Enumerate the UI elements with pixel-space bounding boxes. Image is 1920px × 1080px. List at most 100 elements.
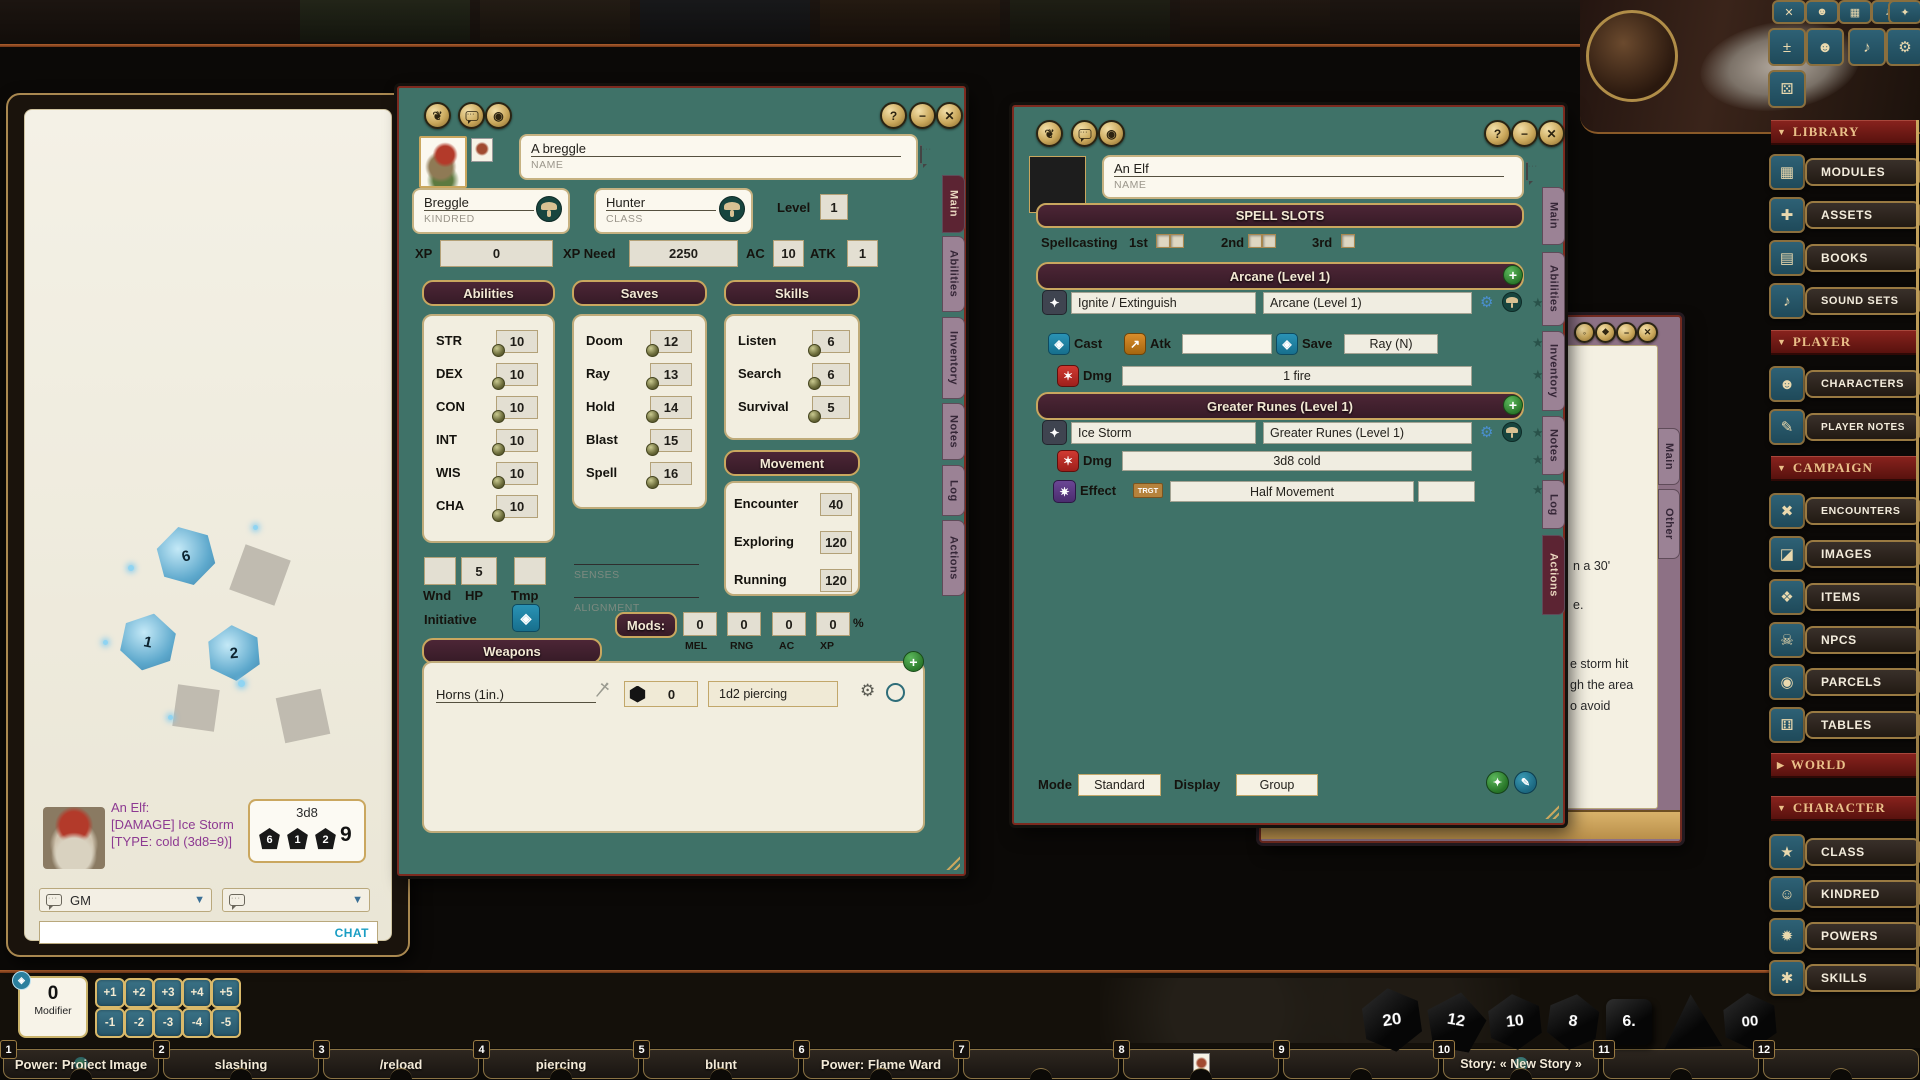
display-selector[interactable]: Group [1236, 774, 1318, 796]
sheet-token-icon[interactable]: ◉ [485, 102, 512, 129]
name-field[interactable]: An Elf NAME [1102, 155, 1524, 199]
power-group-dropdown[interactable]: Greater Runes (Level 1) [1263, 422, 1472, 444]
share-icon[interactable]: ❖ [1595, 322, 1616, 343]
spell-slot-checkbox[interactable] [1170, 234, 1184, 248]
weapon-damage-box[interactable]: 1d2 piercing [708, 681, 838, 707]
sheet-chat-icon[interactable]: ··· [1071, 120, 1098, 147]
hotbar-slot-8[interactable] [1123, 1049, 1279, 1079]
mod-ac[interactable]: 0 [772, 612, 806, 636]
party-icon[interactable]: ☻ [1805, 0, 1839, 24]
tab-notes[interactable]: Notes [1542, 416, 1565, 475]
name-chat-bubble-icon[interactable]: ··· [1526, 163, 1528, 181]
hotbar-slot-12[interactable] [1763, 1049, 1919, 1079]
sidebar-item-player-notes[interactable]: PLAYER NOTES [1805, 413, 1920, 441]
spell-save[interactable]: 16 [650, 462, 692, 485]
class-link-icon[interactable] [719, 196, 745, 222]
tab-abilities[interactable]: Abilities [942, 236, 965, 312]
modifier-plus-1[interactable]: +1 [95, 978, 125, 1008]
items-icon[interactable]: ❖ [1769, 579, 1805, 615]
con-score[interactable]: 10 [496, 396, 538, 419]
kindred-icon[interactable]: ☺ [1769, 876, 1805, 912]
edit-button[interactable]: ✎ [1514, 771, 1537, 794]
speaker-dropdown[interactable]: ··· GM ▼ [39, 888, 212, 912]
lock-icon[interactable]: ◦ [1574, 322, 1595, 343]
sidebar-item-items[interactable]: ITEMS [1805, 583, 1920, 611]
identity-dropdown[interactable]: ··· ▼ [222, 888, 370, 912]
sound-icon[interactable]: ♪ [1848, 28, 1886, 66]
sidebar-item-kindred[interactable]: KINDRED [1805, 880, 1920, 908]
int-score[interactable]: 10 [496, 429, 538, 452]
save-die-icon[interactable]: ◈ [1276, 333, 1298, 355]
wounds-value[interactable] [424, 557, 456, 585]
chat-input[interactable]: CHAT [39, 921, 378, 944]
sidebar-section-character[interactable]: ▼ CHARACTER [1771, 796, 1917, 821]
story-tab-other[interactable]: Other [1658, 489, 1680, 559]
hotbar-slot-11[interactable] [1603, 1049, 1759, 1079]
modifier-minus-3[interactable]: -3 [153, 1008, 183, 1038]
power-name-field[interactable]: Ice Storm [1071, 422, 1256, 444]
dex-score[interactable]: 10 [496, 363, 538, 386]
power-use-icon[interactable]: ✦ [1042, 290, 1067, 315]
modifier-plus-5[interactable]: +5 [211, 978, 241, 1008]
tab-main[interactable]: Main [942, 175, 965, 233]
close-button[interactable]: ✕ [1637, 322, 1658, 343]
sidebar-item-npcs[interactable]: NPCS [1805, 626, 1920, 654]
power-gear-icon[interactable]: ⚙ [1480, 293, 1493, 311]
options-gear-icon[interactable]: ⚙ [1886, 28, 1920, 66]
sidebar-item-modules[interactable]: MODULES [1805, 158, 1920, 186]
ray-save[interactable]: 13 [650, 363, 692, 386]
dmg-value-field[interactable]: 1 fire [1122, 366, 1472, 386]
sheet-chat-icon[interactable]: ··· [458, 102, 485, 129]
dmg-icon[interactable]: ✶ [1057, 365, 1079, 387]
tab-actions[interactable]: Actions [942, 520, 965, 596]
effect-value-field[interactable]: Half Movement [1170, 481, 1414, 502]
tab-abilities[interactable]: Abilities [1542, 252, 1565, 326]
help-button[interactable]: ? [1484, 120, 1511, 147]
tab-log[interactable]: Log [942, 465, 965, 516]
calendar-icon[interactable]: ▦ [1838, 0, 1872, 24]
sidebar-scrollbar[interactable] [1916, 120, 1919, 990]
powers-icon[interactable]: ✹ [1769, 918, 1805, 954]
running-move[interactable]: 120 [820, 569, 852, 592]
token[interactable] [471, 138, 493, 162]
sidebar-section-player[interactable]: ▼ PLAYER [1771, 330, 1917, 355]
character-selection-icon[interactable]: ☻ [1806, 28, 1844, 66]
add-weapon-button[interactable]: + [903, 651, 924, 672]
atk-value-field[interactable] [1182, 334, 1272, 354]
minimize-button[interactable]: − [1616, 322, 1637, 343]
assets-icon[interactable]: ✚ [1769, 197, 1805, 233]
modifier-plus-4[interactable]: +4 [182, 978, 212, 1008]
sound-sets-icon[interactable]: ♪ [1769, 283, 1805, 319]
sidebar-item-tables[interactable]: TABLES [1805, 711, 1920, 739]
save-value-field[interactable]: Ray (N) [1344, 334, 1438, 354]
sidebar-item-class[interactable]: CLASS [1805, 838, 1920, 866]
mode-selector[interactable]: Standard [1078, 774, 1161, 796]
hp-value[interactable]: 5 [461, 557, 497, 585]
sheet-crest-icon[interactable]: ❦ [1036, 120, 1063, 147]
modifier-minus-5[interactable]: -5 [211, 1008, 241, 1038]
weapon-die-icon[interactable] [629, 686, 646, 703]
hotbar-slot-6[interactable]: Power: Flame Ward [803, 1049, 959, 1079]
power-link-icon[interactable] [1502, 422, 1522, 442]
power-group-dropdown[interactable]: Arcane (Level 1) [1263, 292, 1472, 314]
spell-slot-checkbox[interactable] [1248, 234, 1262, 248]
sheet-token-icon[interactable]: ◉ [1098, 120, 1125, 147]
initiative-die-icon[interactable]: ◈ [512, 604, 540, 632]
sidebar-item-encounters[interactable]: ENCOUNTERS [1805, 497, 1920, 525]
atk-value[interactable]: 1 [847, 240, 878, 267]
name-chat-bubble-icon[interactable]: ··· [920, 146, 922, 164]
books-icon[interactable]: ▤ [1769, 240, 1805, 276]
hotbar-slot-4[interactable]: piercing [483, 1049, 639, 1079]
sidebar-item-characters[interactable]: CHARACTERS [1805, 370, 1920, 398]
hotbar-slot-3[interactable]: /reload [323, 1049, 479, 1079]
story-tab-main[interactable]: Main [1658, 428, 1680, 485]
portrait[interactable] [419, 136, 467, 188]
npcs-icon[interactable]: ☠ [1769, 622, 1805, 658]
d6-die[interactable]: 6. [1606, 999, 1652, 1045]
encounter-move[interactable]: 40 [820, 493, 852, 516]
resize-grip[interactable] [1543, 803, 1559, 819]
hotbar-slot-10[interactable]: Story: « New Story » [1443, 1049, 1599, 1079]
sidebar-item-images[interactable]: IMAGES [1805, 540, 1920, 568]
help-button[interactable]: ? [880, 102, 907, 129]
modifier-plus-3[interactable]: +3 [153, 978, 183, 1008]
